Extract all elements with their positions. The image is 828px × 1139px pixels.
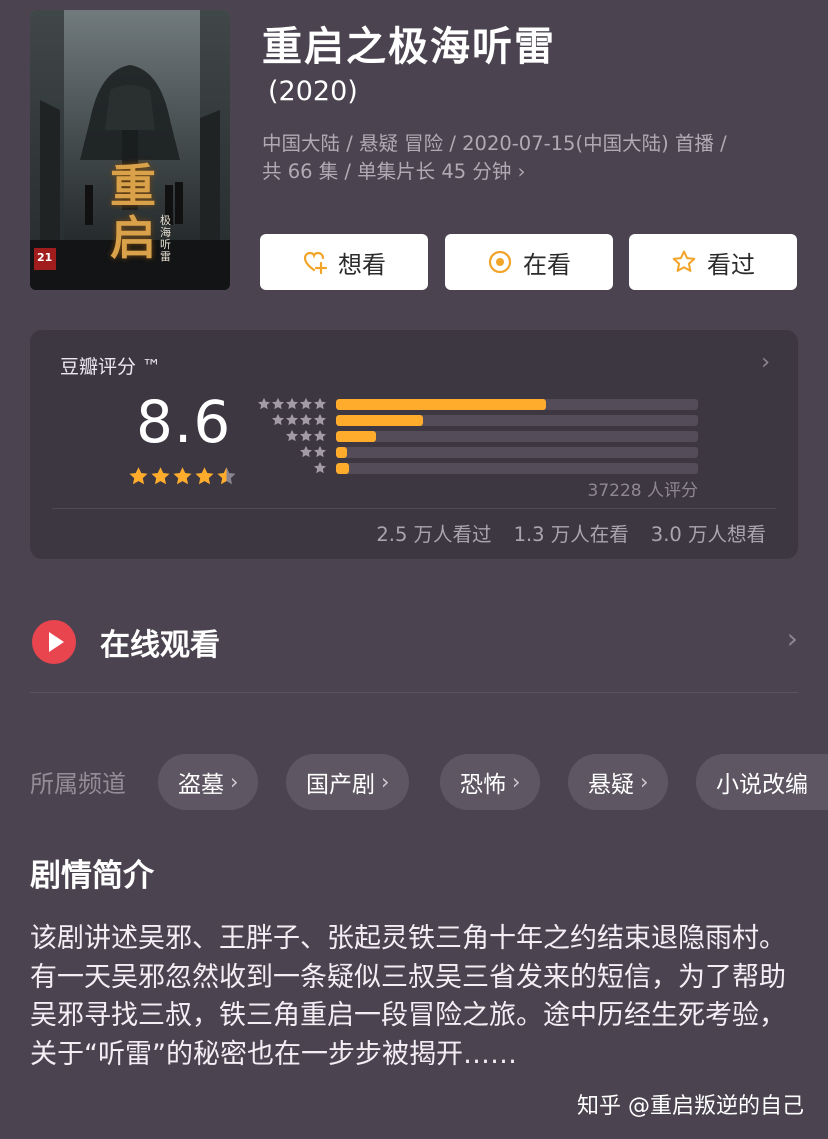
watermark: 知乎 @重启叛逆的自己	[577, 1094, 804, 1119]
star-small-icon	[299, 397, 313, 410]
channel-chip-label: 盗墓	[178, 772, 224, 798]
rating-bar-row	[255, 396, 698, 412]
star-filled-icon	[129, 467, 148, 485]
online-chevron-icon: ›	[786, 622, 798, 655]
rating-bar-fill	[336, 430, 376, 442]
rating-bar-fill	[336, 414, 423, 426]
channel-chip-label: 小说改编	[716, 772, 808, 798]
rating-distribution	[255, 396, 698, 476]
watched-button[interactable]: 看过	[629, 234, 797, 290]
watching-count[interactable]: 1.3 万人在看	[514, 518, 629, 547]
star-small-icon	[285, 429, 299, 442]
star-small-icon	[313, 397, 327, 410]
rating-card[interactable]: 豆瓣评分 ™ › 8.6 37228 人评分 2.5 万人看过 1.3 万人在看…	[30, 330, 798, 559]
poster-badge: 21	[37, 251, 53, 264]
rating-bar-stars	[255, 461, 327, 475]
rating-bar-row	[255, 428, 698, 444]
star-filled-icon	[195, 467, 214, 485]
channel-chip-label: 国产剧	[306, 772, 375, 798]
star-small-icon	[299, 429, 313, 442]
meta-line-2-text: 共 66 集 / 单集片长 45 分钟	[262, 160, 518, 183]
synopsis-title: 剧情简介	[30, 858, 154, 894]
rating-bar-row	[255, 412, 698, 428]
star-half-icon	[217, 467, 236, 485]
play-icon	[32, 620, 76, 664]
poster-subtitle: 极海听雷	[160, 214, 171, 263]
want-count[interactable]: 3.0 万人想看	[651, 518, 766, 547]
rating-bar-track	[336, 462, 698, 474]
rating-bar-row	[255, 460, 698, 476]
rating-bar-stars	[255, 445, 327, 459]
channel-chip-tomb[interactable]: 盗墓 ›	[158, 754, 259, 810]
show-title: 重启之极海听雷	[262, 24, 556, 70]
channel-chip-horror[interactable]: 恐怖 ›	[440, 754, 541, 810]
watched-label: 看过	[707, 250, 755, 279]
star-small-icon	[257, 397, 271, 410]
star-small-icon	[285, 413, 299, 426]
rating-score: 8.6	[136, 388, 232, 456]
rating-bar-track	[336, 430, 698, 442]
rating-bar-stars	[255, 429, 327, 443]
rating-bar-row	[255, 444, 698, 460]
rating-bar-fill	[336, 462, 349, 474]
star-small-icon	[313, 413, 327, 426]
want-to-watch-button[interactable]: 想看	[260, 234, 428, 290]
channel-chip-novel-adaptation[interactable]: 小说改编	[696, 754, 828, 810]
poster-title-char-1: 重	[110, 159, 156, 213]
meta-line-1: 中国大陆 / 悬疑 冒险 / 2020-07-15(中国大陆) 首播 /	[262, 132, 727, 155]
rating-divider	[52, 508, 776, 509]
star-small-icon	[285, 397, 299, 410]
star-small-icon	[313, 429, 327, 442]
chevron-right-icon: ›	[381, 770, 390, 794]
channels-label: 所属频道	[30, 770, 126, 798]
online-watch-row[interactable]: 在线观看 ›	[30, 612, 798, 672]
score-stars	[128, 466, 237, 487]
rating-bar-fill	[336, 398, 546, 410]
poster-image[interactable]: 重 启 极海听雷 21	[30, 10, 230, 290]
channel-chip-mystery[interactable]: 悬疑 ›	[568, 754, 669, 810]
rating-bar-track	[336, 414, 698, 426]
watch-stats: 2.5 万人看过 1.3 万人在看 3.0 万人想看	[376, 518, 766, 547]
show-meta[interactable]: 中国大陆 / 悬疑 冒险 / 2020-07-15(中国大陆) 首播 / 共 6…	[262, 130, 802, 186]
rating-chevron-icon[interactable]: ›	[761, 350, 770, 375]
target-icon	[488, 250, 512, 274]
star-small-icon	[271, 413, 285, 426]
chevron-right-icon: ›	[640, 770, 649, 794]
rating-count: 37228 人评分	[587, 481, 698, 501]
rating-title: 豆瓣评分 ™	[60, 356, 162, 378]
chevron-right-icon: ›	[230, 770, 239, 794]
star-small-icon	[299, 413, 313, 426]
want-to-watch-label: 想看	[338, 250, 386, 279]
rating-bar-fill	[336, 446, 347, 458]
channel-chip-label: 恐怖	[460, 772, 506, 798]
rating-bar-stars	[255, 413, 327, 427]
poster-title-char-2: 启	[110, 211, 156, 265]
star-small-icon	[313, 445, 327, 458]
section-divider	[30, 692, 798, 693]
meta-chevron-icon: ›	[517, 160, 526, 183]
star-outline-icon	[672, 250, 696, 272]
synopsis-text: 该剧讲述吴邪、王胖子、张起灵铁三角十年之约结束退隐雨村。有一天吴邪忽然收到一条疑…	[30, 923, 786, 1070]
watching-label: 在看	[523, 250, 571, 279]
online-watch-label: 在线观看	[100, 628, 220, 663]
star-filled-icon	[151, 467, 170, 485]
star-small-icon	[313, 461, 327, 474]
show-year: (2020)	[268, 76, 358, 107]
chevron-right-icon: ›	[512, 770, 521, 794]
watching-button[interactable]: 在看	[445, 234, 613, 290]
star-filled-icon	[173, 467, 192, 485]
star-small-icon	[271, 397, 285, 410]
rating-bar-track	[336, 398, 698, 410]
meta-line-2: 共 66 集 / 单集片长 45 分钟 ›	[262, 158, 802, 186]
watched-count[interactable]: 2.5 万人看过	[376, 518, 491, 547]
rating-bar-track	[336, 446, 698, 458]
poster-title-art: 重 启	[110, 160, 156, 264]
channel-chip-label: 悬疑	[588, 772, 634, 798]
heart-plus-icon	[303, 251, 328, 275]
star-small-icon	[299, 445, 313, 458]
rating-bar-stars	[255, 397, 327, 411]
channel-chip-domestic[interactable]: 国产剧 ›	[286, 754, 410, 810]
